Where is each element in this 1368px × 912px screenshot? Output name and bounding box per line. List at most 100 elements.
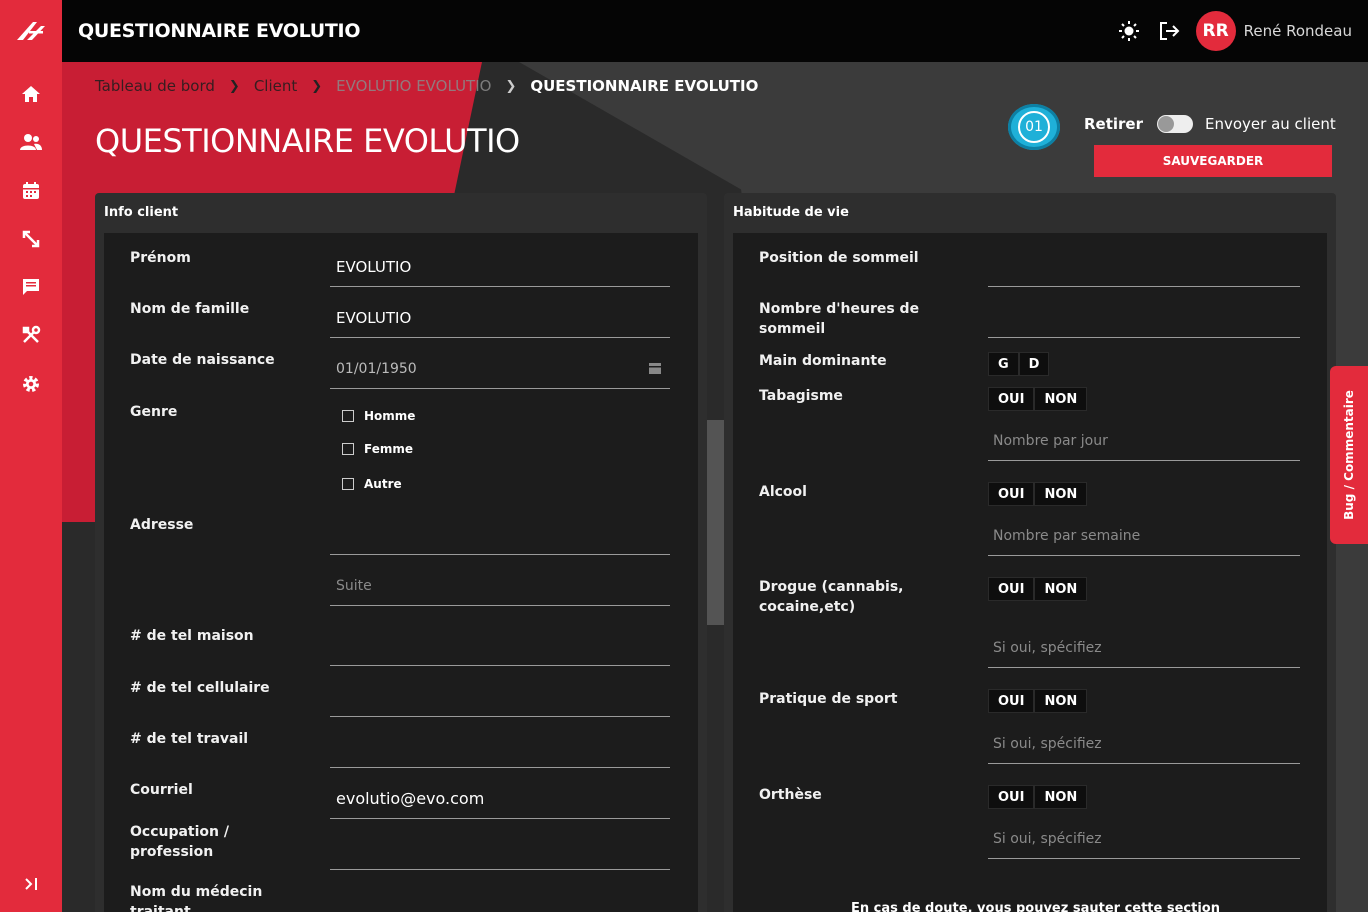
birthdate-field[interactable]: 01/01/1950 <box>330 349 670 389</box>
checkbox-icon[interactable] <box>342 410 354 422</box>
main-dominante-label: Main dominante <box>759 353 887 369</box>
genre-option-femme[interactable]: Femme <box>342 442 413 456</box>
app-logo[interactable] <box>0 0 62 62</box>
alcool-label: Alcool <box>759 484 807 500</box>
alcool-per-week-field[interactable]: Nombre par semaine <box>988 516 1300 556</box>
breadcrumb-client-name[interactable]: EVOLUTIO EVOLUTIO <box>336 77 491 95</box>
occupation-field[interactable] <box>330 830 670 870</box>
page-title: QUESTIONNAIRE EVOLUTIO <box>95 122 520 160</box>
sommeil-heures-field[interactable] <box>988 298 1300 338</box>
step-number: 01 <box>1018 111 1050 143</box>
courriel-field[interactable]: evolutio@evo.com <box>330 779 670 819</box>
alcool-toggle: OUI NON <box>988 482 1088 506</box>
app-title: QUESTIONNAIRE EVOLUTIO <box>78 20 361 42</box>
checkbox-icon[interactable] <box>342 443 354 455</box>
tel-travail-label: # de tel travail <box>130 731 249 747</box>
breadcrumb-dashboard[interactable]: Tableau de bord <box>95 77 215 95</box>
drogue-label: Drogue (cannabis, cocaine,etc) <box>759 579 904 615</box>
breadcrumb-current: QUESTIONNAIRE EVOLUTIO <box>530 77 759 95</box>
step-badge: 01 <box>1008 104 1060 150</box>
logout-icon[interactable] <box>1156 18 1182 44</box>
sport-label: Pratique de sport <box>759 691 898 707</box>
send-toggle-row: Retirer Envoyer au client <box>1084 115 1336 133</box>
logo-icon <box>17 22 45 40</box>
occupation-label: Occupation / profession <box>130 824 229 860</box>
genre-option-autre[interactable]: Autre <box>342 477 402 491</box>
habitude-panel: Habitude de vie Position de sommeil Nomb… <box>724 193 1336 912</box>
calendar-icon <box>649 363 661 374</box>
theme-toggle-icon[interactable] <box>1116 18 1142 44</box>
section-skip-note: En cas de doute, vous pouvez sauter cett… <box>851 901 1220 912</box>
sport-non[interactable]: NON <box>1034 689 1088 713</box>
scrollbar[interactable] <box>707 420 724 625</box>
orthese-oui[interactable]: OUI <box>988 785 1035 809</box>
tel-maison-field[interactable] <box>330 626 670 666</box>
users-icon[interactable] <box>15 126 47 158</box>
checkbox-icon[interactable] <box>342 478 354 490</box>
prenom-field[interactable]: EVOLUTIO <box>330 247 670 287</box>
orthese-specify-field[interactable]: Si oui, spécifiez <box>988 819 1300 859</box>
main-option-d[interactable]: D <box>1018 352 1050 376</box>
panel-title: Habitude de vie <box>733 204 849 220</box>
sommeil-position-label: Position de sommeil <box>759 250 919 266</box>
main-option-g[interactable]: G <box>988 352 1019 376</box>
orthese-label: Orthèse <box>759 787 822 803</box>
message-icon[interactable] <box>15 271 47 303</box>
orthese-non[interactable]: NON <box>1034 785 1088 809</box>
toggle-label-withdraw: Retirer <box>1084 115 1144 133</box>
bug-comment-label: Bug / Commentaire <box>1342 390 1357 520</box>
home-icon[interactable] <box>15 78 47 110</box>
tabac-oui[interactable]: OUI <box>988 387 1035 411</box>
medecin-label: Nom du médecin traitant <box>130 884 263 912</box>
drogue-oui[interactable]: OUI <box>988 577 1035 601</box>
avatar[interactable]: RR <box>1195 11 1236 51</box>
user-name[interactable]: René Rondeau <box>1244 22 1352 40</box>
panel-title: Info client <box>104 204 179 220</box>
genre-option-homme[interactable]: Homme <box>342 409 415 423</box>
sport-specify-field[interactable]: Si oui, spécifiez <box>988 724 1300 764</box>
main-dominante-toggle: G D <box>988 352 1050 376</box>
nom-field[interactable]: EVOLUTIO <box>330 298 670 338</box>
info-client-panel: Info client Prénom EVOLUTIO Nom de famil… <box>95 193 707 912</box>
tel-cell-field[interactable] <box>330 677 670 717</box>
breadcrumb: Tableau de bord ❯ Client ❯ EVOLUTIO EVOL… <box>95 77 758 95</box>
tel-travail-field[interactable] <box>330 728 670 768</box>
orthese-toggle: OUI NON <box>988 785 1088 809</box>
sport-toggle: OUI NON <box>988 689 1088 713</box>
send-to-client-switch[interactable] <box>1157 115 1194 133</box>
sommeil-heures-label: Nombre d'heures de sommeil <box>759 301 920 337</box>
chevron-right-icon: ❯ <box>311 78 323 94</box>
save-button[interactable]: SAUVEGARDER <box>1094 145 1332 177</box>
alcool-oui[interactable]: OUI <box>988 482 1035 506</box>
drogue-specify-field[interactable]: Si oui, spécifiez <box>988 628 1300 668</box>
top-bar: QUESTIONNAIRE EVOLUTIO RR René Rondeau <box>0 0 1368 62</box>
breadcrumb-client[interactable]: Client <box>254 77 297 95</box>
tel-cell-label: # de tel cellulaire <box>130 680 270 696</box>
settings-icon[interactable] <box>15 368 47 400</box>
prenom-label: Prénom <box>130 250 191 266</box>
courriel-label: Courriel <box>130 782 193 798</box>
suite-field[interactable]: Suite <box>330 566 670 606</box>
adresse-label: Adresse <box>130 517 194 533</box>
genre-label: Genre <box>130 404 178 420</box>
tabac-per-day-field[interactable]: Nombre par jour <box>988 421 1300 461</box>
bug-comment-tab[interactable]: Bug / Commentaire <box>1330 366 1368 544</box>
sommeil-position-field[interactable] <box>988 247 1300 287</box>
drogue-toggle: OUI NON <box>988 577 1088 601</box>
adresse-field[interactable] <box>330 515 670 555</box>
birthdate-value: 01/01/1950 <box>336 360 417 377</box>
naissance-label: Date de naissance <box>130 352 275 368</box>
tel-maison-label: # de tel maison <box>130 628 254 644</box>
sidebar <box>0 62 62 912</box>
resize-arrows-icon[interactable] <box>15 223 47 255</box>
alcool-non[interactable]: NON <box>1034 482 1088 506</box>
chevron-right-icon: ❯ <box>505 78 517 94</box>
nom-label: Nom de famille <box>130 301 250 317</box>
tabac-non[interactable]: NON <box>1034 387 1088 411</box>
sport-oui[interactable]: OUI <box>988 689 1035 713</box>
tools-icon[interactable] <box>15 319 47 351</box>
toggle-label-send: Envoyer au client <box>1205 115 1336 133</box>
drogue-non[interactable]: NON <box>1034 577 1088 601</box>
calendar-icon[interactable] <box>15 175 47 207</box>
expand-sidebar-icon[interactable] <box>15 868 47 900</box>
